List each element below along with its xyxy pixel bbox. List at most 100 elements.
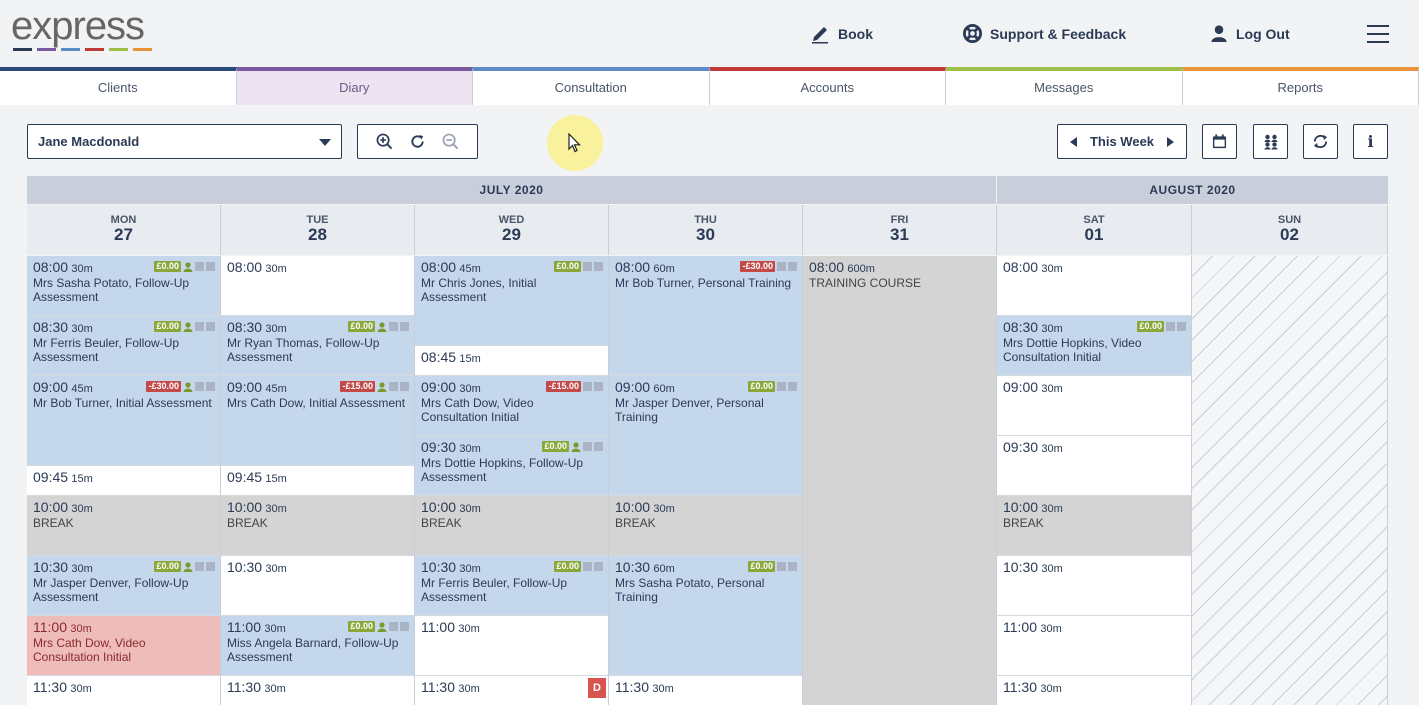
next-week-icon[interactable] [1167,136,1174,147]
appointment[interactable]: 08:30 30m Mr Ferris Beuler, Follow-Up Ass… [27,316,220,376]
day-header-sat[interactable]: SAT 01 [997,205,1192,255]
slot-time: 09:00 [421,379,457,395]
this-week-button[interactable]: This Week [1090,134,1154,149]
appointment[interactable]: 09:00 30m Mrs Cath Dow, Video Consultatio… [415,376,608,436]
day-header-tue[interactable]: TUE 28 [221,205,415,255]
day-header-sun[interactable]: SUN 02 [1192,205,1388,255]
balance-badge: £0.00 [542,441,569,452]
day-column-wed[interactable]: 08:00 45m Mr Chris Jones, Initial Assessm… [415,256,609,705]
day-column-thu[interactable]: 08:00 60m Mr Bob Turner, Personal Trainin… [609,256,803,705]
day-header-mon[interactable]: MON 27 [27,205,221,255]
support-feedback-button[interactable]: Support & Feedback [963,24,1126,43]
free-slot[interactable]: 08:45 15m [415,346,608,376]
free-slot[interactable]: 08:00 30m [221,256,414,316]
slot-duration: 30m [1041,323,1063,335]
document-icon [788,382,797,391]
appointment[interactable]: 08:00 60m Mr Bob Turner, Personal Trainin… [609,256,802,376]
slot-time: 10:00 [33,499,69,515]
appointment[interactable]: 11:00 30m Mrs Cath Dow, Video Consultatio… [27,616,220,676]
app-logo[interactable]: express [11,4,145,49]
appointment-badges: £0.00 [154,261,215,272]
calendar-view-button[interactable] [1202,124,1237,159]
slot-duration: 60m [653,383,675,395]
info-button[interactable]: i [1353,124,1388,159]
refresh-button[interactable] [1303,124,1338,159]
zoom-in-icon[interactable] [376,133,393,150]
attendance-person-icon [183,321,193,332]
free-slot[interactable]: 09:30 30m [997,436,1191,496]
day-column-fri[interactable]: 08:00 600m TRAINING COURSE [803,256,997,705]
appointment[interactable]: 10:30 60m Mrs Sasha Potato, Personal Trai… [609,556,802,676]
day-date: 02 [1280,225,1299,244]
appointment[interactable]: 08:00 30m Mrs Sasha Potato, Follow-Up Ass… [27,256,220,316]
free-slot[interactable]: 11:30 30m [609,676,802,705]
appointment[interactable]: 10:30 30m Mr Jasper Denver, Follow-Up Ass… [27,556,220,616]
slot-duration: 30m [70,683,92,695]
free-slot[interactable]: 09:45 15m [27,466,220,496]
appointment[interactable]: 08:00 45m Mr Chris Jones, Initial Assessm… [415,256,608,346]
zoom-out-icon[interactable] [442,133,459,150]
slot-time: 08:00 [421,259,457,275]
slot-duration: 30m [1041,443,1063,455]
tab-messages[interactable]: Messages [946,67,1183,105]
notes-icon [583,442,592,451]
group-view-button[interactable] [1253,124,1288,159]
free-slot[interactable]: 11:30 30m D [415,676,608,705]
break-slot[interactable]: 10:00 30m BREAK [415,496,608,556]
free-slot[interactable]: 09:00 30m [997,376,1191,436]
appointment[interactable]: 09:00 45m Mr Bob Turner, Initial Assessme… [27,376,220,466]
tab-clients[interactable]: Clients [0,67,237,105]
slot-duration: 30m [1041,503,1063,515]
tab-accounts[interactable]: Accounts [709,67,946,105]
reset-zoom-icon[interactable] [409,133,426,150]
hamburger-menu-icon[interactable] [1367,25,1389,49]
free-slot[interactable]: 11:00 30m [415,616,608,676]
tab-consultation[interactable]: Consultation [473,67,710,105]
document-icon [206,262,215,271]
break-slot[interactable]: 10:00 30m BREAK [221,496,414,556]
appointment[interactable]: 09:00 60m Mr Jasper Denver, Personal Trai… [609,376,802,496]
notes-icon [583,382,592,391]
slot-duration: 30m [652,683,674,695]
appointment[interactable]: 10:30 30m Mr Ferris Beuler, Follow-Up Ass… [415,556,608,616]
practitioner-select[interactable]: Jane Macdonald [27,124,342,159]
book-button[interactable]: Book [810,24,873,44]
appointment[interactable]: 08:00 600m TRAINING COURSE [803,256,996,705]
break-slot[interactable]: 10:00 30m BREAK [609,496,802,556]
appointment[interactable]: 08:30 30m Mrs Dottie Hopkins, Video Consu… [997,316,1191,376]
day-header-fri[interactable]: FRI 31 [803,205,997,255]
day-header-thu[interactable]: THU 30 [609,205,803,255]
slot-time: 10:30 [421,559,457,575]
free-slot[interactable]: 11:30 30m [997,676,1191,705]
break-slot[interactable]: 10:00 30m BREAK [997,496,1191,556]
day-header-wed[interactable]: WED 29 [415,205,609,255]
free-slot[interactable]: 11:30 30m [221,676,414,705]
day-column-tue[interactable]: 08:00 30m 08:30 30m Mr Ryan Thomas, Follow… [221,256,415,705]
slot-duration: 15m [459,353,481,365]
day-column-sun [1192,256,1388,705]
day-column-sat[interactable]: 08:00 30m 08:30 30m Mrs Dottie Hopkins, Vi… [997,256,1192,705]
appointment[interactable]: 08:30 30m Mr Ryan Thomas, Follow-Up Asses… [221,316,414,376]
free-slot[interactable]: 09:45 15m [221,466,414,496]
notes-icon [777,562,786,571]
free-slot[interactable]: 10:30 30m [221,556,414,616]
slot-time: 11:00 [33,619,67,635]
document-icon [594,442,603,451]
break-slot[interactable]: 10:00 30m BREAK [27,496,220,556]
previous-week-icon[interactable] [1070,136,1077,147]
free-slot[interactable]: 11:30 30m [27,676,220,705]
slot-duration: 30m [458,623,480,635]
free-slot[interactable]: 08:00 30m [997,256,1191,316]
tab-reports[interactable]: Reports [1182,67,1419,105]
free-slot[interactable]: 11:00 30m [997,616,1191,676]
appointment[interactable]: 09:30 30m Mrs Dottie Hopkins, Follow-Up A… [415,436,608,496]
day-column-mon[interactable]: 08:00 30m Mrs Sasha Potato, Follow-Up Ass… [27,256,221,705]
slot-duration: 15m [71,473,93,485]
appointment[interactable]: 11:00 30m Miss Angela Barnard, Follow-Up … [221,616,414,676]
appointment[interactable]: 09:00 45m Mrs Cath Dow, Initial Assessmen… [221,376,414,466]
logout-button[interactable]: Log Out [1210,24,1290,43]
slot-duration: 45m [459,263,481,275]
free-slot[interactable]: 10:30 30m [997,556,1191,616]
tab-diary[interactable]: Diary [236,67,473,105]
day-marker-badge[interactable]: D [588,678,606,698]
